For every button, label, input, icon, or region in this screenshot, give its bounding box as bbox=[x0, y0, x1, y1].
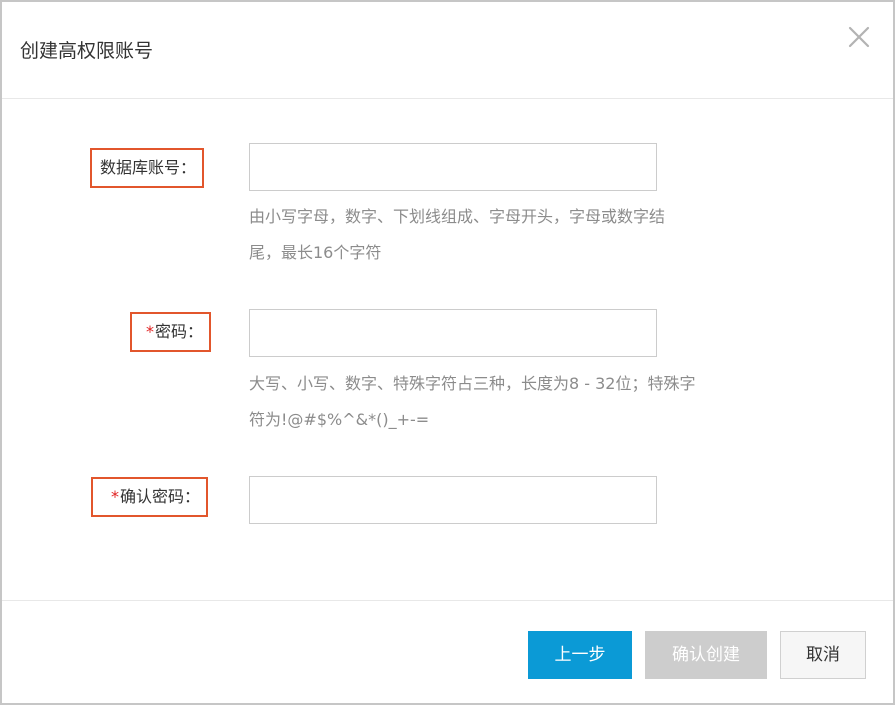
cancel-button[interactable]: 取消 bbox=[780, 631, 866, 679]
confirm-password-input[interactable] bbox=[249, 476, 657, 524]
password-hint-line1: 大写、小写、数字、特殊字符占三种，长度为8 - 32位；特殊字 bbox=[249, 374, 696, 393]
account-hint-line1: 由小写字母，数字、下划线组成、字母开头，字母或数字结 bbox=[249, 207, 666, 226]
account-input[interactable] bbox=[249, 143, 657, 191]
password-hint: 大写、小写、数字、特殊字符占三种，长度为8 - 32位；特殊字 符为!@#$%^… bbox=[249, 366, 759, 438]
account-label-text: 数据库账号： bbox=[99, 158, 196, 177]
dialog-header: 创建高权限账号 bbox=[2, 2, 893, 99]
password-required-mark: * bbox=[145, 322, 154, 341]
password-label-text: 密码： bbox=[154, 322, 203, 341]
confirm-create-button[interactable]: 确认创建 bbox=[645, 631, 767, 679]
password-label: *密码： bbox=[130, 312, 211, 352]
password-input[interactable] bbox=[249, 309, 657, 357]
close-button[interactable] bbox=[846, 24, 872, 50]
account-hint: 由小写字母，数字、下划线组成、字母开头，字母或数字结 尾，最长16个字符 bbox=[249, 199, 759, 271]
close-icon bbox=[848, 26, 870, 48]
account-hint-line2: 尾，最长16个字符 bbox=[249, 243, 382, 262]
confirm-password-label: *确认密码： bbox=[91, 477, 208, 517]
create-admin-account-dialog: 创建高权限账号 数据库账号： 由小写字母，数字、下划线组成、字母开头，字母或数字… bbox=[0, 0, 895, 705]
dialog-body: 数据库账号： 由小写字母，数字、下划线组成、字母开头，字母或数字结 尾，最长16… bbox=[2, 99, 893, 601]
account-label: 数据库账号： bbox=[90, 148, 204, 188]
previous-step-button[interactable]: 上一步 bbox=[528, 631, 632, 679]
confirm-password-required-mark: * bbox=[110, 487, 119, 506]
dialog-footer: 上一步 确认创建 取消 bbox=[2, 600, 893, 704]
password-hint-line2: 符为!@#$%^&*()_+-= bbox=[249, 410, 430, 429]
confirm-password-label-text: 确认密码： bbox=[119, 487, 200, 506]
dialog-title: 创建高权限账号 bbox=[20, 40, 154, 62]
